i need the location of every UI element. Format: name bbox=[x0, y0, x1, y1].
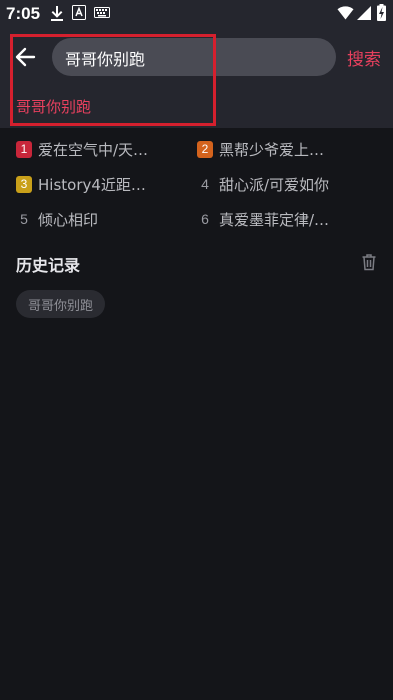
hot-search-item[interactable]: 5 倾心相印 bbox=[16, 208, 98, 230]
search-button[interactable]: 搜索 bbox=[347, 45, 381, 70]
hot-search-text: 甜心派/可爱如你 bbox=[219, 175, 330, 194]
rank-number: 4 bbox=[201, 176, 209, 192]
wifi-icon bbox=[337, 6, 354, 20]
status-bar: 7:05 bbox=[0, 0, 393, 28]
hot-search-item[interactable]: 4 甜心派/可爱如你 bbox=[197, 173, 329, 195]
rank-number: 5 bbox=[20, 211, 28, 227]
history-chip[interactable]: 哥哥你别跑 bbox=[16, 290, 106, 318]
keyboard-icon bbox=[94, 7, 110, 18]
rank-badge: 2 bbox=[197, 140, 213, 158]
hot-search-text: 倾心相印 bbox=[38, 210, 99, 229]
download-icon bbox=[50, 5, 64, 21]
battery-charging-icon bbox=[377, 4, 386, 21]
hot-search-text: 爱在空气中/天… bbox=[38, 140, 149, 159]
a-box-icon bbox=[72, 5, 86, 20]
annotation-highlight-box bbox=[10, 34, 216, 126]
rank-badge: 3 bbox=[16, 175, 32, 193]
rank-badge: 1 bbox=[16, 140, 32, 158]
hot-search-text: History4近距… bbox=[38, 175, 146, 194]
rank-number: 6 bbox=[201, 211, 209, 227]
clear-history-button[interactable] bbox=[361, 253, 377, 271]
status-time: 7:05 bbox=[6, 4, 41, 23]
hot-search-item[interactable]: 6 真爱墨菲定律/… bbox=[197, 208, 329, 230]
history-title: 历史记录 bbox=[16, 256, 81, 275]
hot-search-text: 黑帮少爷爱上… bbox=[219, 140, 325, 159]
hot-search-text: 真爱墨菲定律/… bbox=[219, 210, 330, 229]
hot-search-item[interactable]: 2 黑帮少爷爱上… bbox=[197, 138, 324, 160]
hot-search-item[interactable]: 1 爱在空气中/天… bbox=[16, 138, 148, 160]
trash-icon bbox=[362, 254, 376, 271]
hot-search-item[interactable]: 3 History4近距… bbox=[16, 173, 146, 195]
signal-icon bbox=[357, 6, 371, 20]
